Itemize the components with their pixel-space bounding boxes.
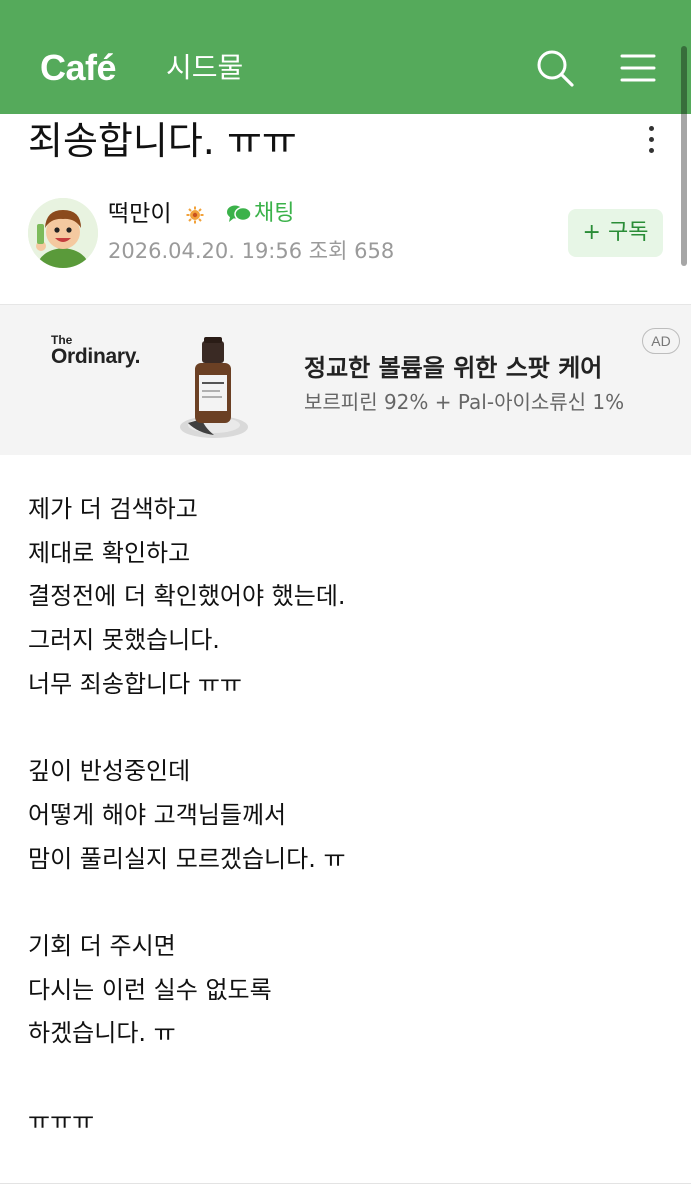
product-bottle-image [178, 333, 258, 448]
body-line: 결정전에 더 확인했어야 했는데. [28, 582, 346, 611]
body-line: 맘이 풀리실지 모르겠습니다. ㅠ [28, 844, 346, 873]
body-line [28, 1056, 668, 1100]
post-meta: 2026.04.20. 19:56 조회 658 [108, 236, 394, 266]
chat-label: 채팅 [254, 201, 295, 226]
ad-label-badge[interactable]: AD [642, 328, 680, 354]
post-date: 2026.04.20. 19:56 [108, 239, 303, 263]
member-grade-icon [186, 206, 204, 224]
body-line [28, 707, 668, 751]
top-bar: Café 시드물 [0, 0, 691, 114]
chat-bubble-icon [227, 205, 252, 222]
body-line: 너무 죄송합니다 ㅠㅠ [28, 669, 242, 698]
body-line: 어떻게 해야 고객님들께서 [28, 800, 287, 829]
body-line: 그러지 못했습니다. [28, 626, 220, 655]
views-label: 조회 [308, 239, 348, 263]
ad-brand-logo: Ordinary. [51, 345, 141, 368]
body-line: 깊이 반성중인데 [28, 757, 191, 786]
post-body: 제가 더 검색하고 제대로 확인하고 결정전에 더 확인했어야 했는데. 그러지… [28, 488, 668, 1144]
scrollbar[interactable] [681, 46, 687, 266]
more-vertical-icon[interactable] [640, 124, 662, 156]
views-count: 658 [354, 239, 395, 263]
body-line: ㅠㅠㅠ [28, 1106, 95, 1135]
body-line: 하겠습니다. ㅠ [28, 1019, 176, 1048]
post-title: 죄송합니다. ㅠㅠ [28, 119, 297, 163]
divider [0, 1183, 691, 1184]
chat-link[interactable]: 채팅 [226, 198, 294, 230]
cafe-logo[interactable]: Café [40, 46, 117, 90]
ad-headline: 정교한 볼륨을 위한 스팟 케어 [304, 354, 603, 382]
body-line: 제가 더 검색하고 [28, 495, 198, 523]
body-line: 제대로 확인하고 [28, 538, 191, 567]
user-avatar[interactable] [28, 198, 98, 268]
cafe-name[interactable]: 시드물 [166, 50, 243, 86]
body-line: 다시는 이런 실수 없도록 [28, 975, 272, 1004]
body-line: 기회 더 주시면 [28, 932, 176, 960]
ad-subline: 보르피린 92% + Pal-아이소류신 1% [304, 390, 625, 414]
menu-icon[interactable] [618, 48, 658, 88]
body-line [28, 881, 668, 925]
subscribe-button[interactable]: + 구독 [568, 209, 663, 257]
author-name[interactable]: 떡만이 [108, 198, 171, 230]
ad-banner[interactable]: The Ordinary. 정교한 볼륨을 위한 스팟 케어 보르피린 92% … [0, 304, 691, 455]
search-icon[interactable] [535, 48, 575, 88]
